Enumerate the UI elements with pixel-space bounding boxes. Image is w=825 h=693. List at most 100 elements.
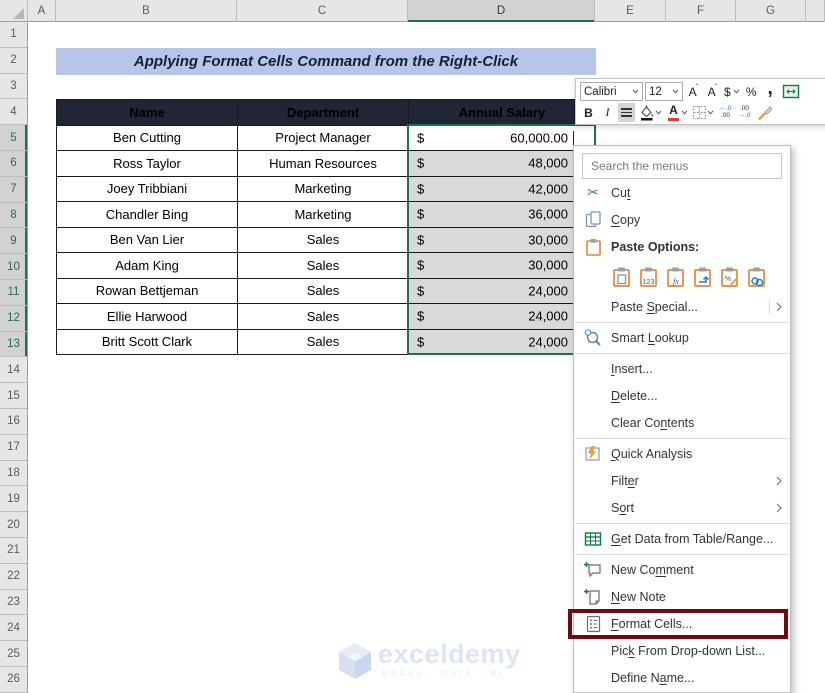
font-size-dropdown[interactable]: 12 [645, 82, 683, 101]
cell-name[interactable]: Adam King [56, 252, 238, 279]
cell-salary[interactable]: $ 36,000 [408, 201, 596, 228]
row-header-5[interactable]: 5 [0, 125, 27, 151]
menu-item-delete[interactable]: Delete... [574, 382, 790, 409]
italic-button[interactable]: I [599, 103, 616, 122]
row-header-19[interactable]: 19 [0, 486, 27, 513]
header-department[interactable]: Department [237, 99, 409, 126]
row-header-2[interactable]: 2 [0, 48, 27, 74]
menu-item-paste-special[interactable]: Paste Special... [574, 293, 790, 320]
format-as-table-icon[interactable] [781, 82, 801, 101]
center-align-button[interactable] [618, 103, 635, 122]
cell-salary[interactable]: $ 42,000 [408, 175, 596, 202]
paste-icon[interactable] [611, 266, 633, 288]
cell-department[interactable]: Marketing [237, 201, 409, 228]
borders-button[interactable] [691, 103, 715, 122]
percent-style-button[interactable]: % [743, 82, 760, 101]
comma-style-button[interactable]: , [762, 79, 779, 101]
paste-link-icon[interactable] [746, 266, 768, 288]
cell-department[interactable]: Human Resources [237, 150, 409, 177]
cell-department[interactable]: Sales [237, 303, 409, 330]
cell-salary[interactable]: $ 24,000 [408, 277, 596, 304]
cell-name[interactable]: Chandler Bing [56, 201, 238, 228]
menu-item-define-name[interactable]: Define Name... [574, 664, 790, 691]
column-header-g[interactable]: G [736, 0, 806, 22]
row-header-8[interactable]: 8 [0, 202, 27, 229]
menu-item-pick-from-list[interactable]: Pick From Drop-down List... [574, 637, 790, 664]
column-header-f[interactable]: F [666, 0, 736, 22]
row-header-18[interactable]: 18 [0, 461, 27, 487]
accounting-format-button[interactable]: $ [723, 82, 741, 101]
row-header-23[interactable]: 23 [0, 590, 27, 616]
row-header-17[interactable]: 17 [0, 435, 27, 461]
row-header-22[interactable]: 22 [0, 564, 27, 590]
select-all-corner[interactable] [0, 0, 28, 22]
cell-name[interactable]: Ben Van Lier [56, 226, 238, 253]
cell-department[interactable]: Marketing [237, 175, 409, 202]
menu-item-filter[interactable]: Filter [574, 467, 790, 494]
menu-item-get-data[interactable]: Get Data from Table/Range... [574, 525, 790, 552]
menu-item-new-comment[interactable]: New Comment [574, 556, 790, 583]
menu-item-quick-analysis[interactable]: Quick Analysis [574, 440, 790, 467]
cell-name[interactable]: Ross Taylor [56, 150, 238, 177]
cell-name[interactable]: Britt Scott Clark [56, 328, 238, 355]
bold-button[interactable]: B [580, 103, 597, 122]
paste-transpose-icon[interactable] [692, 266, 714, 288]
cell-salary-active[interactable]: $ 60,000.00 [408, 124, 596, 151]
row-header-4[interactable]: 4 [0, 99, 27, 126]
row-header-16[interactable]: 16 [0, 409, 27, 435]
column-header-b[interactable]: B [56, 0, 237, 22]
cell-department[interactable]: Project Manager [237, 124, 409, 151]
shrink-font-button[interactable]: Aˇ [704, 82, 721, 101]
cell-name[interactable]: Joey Tribbiani [56, 175, 238, 202]
menu-item-smart-lookup[interactable]: i Smart Lookup [574, 324, 790, 351]
cell-department[interactable]: Sales [237, 226, 409, 253]
cell-name[interactable]: Ellie Harwood [56, 303, 238, 330]
cell-salary[interactable]: $ 30,000 [408, 226, 596, 253]
menu-item-format-cells[interactable]: Format Cells... [568, 609, 790, 639]
row-header-25[interactable]: 25 [0, 641, 27, 667]
row-header-26[interactable]: 26 [0, 667, 27, 693]
paste-values-icon[interactable]: 123 [638, 266, 660, 288]
row-header-1[interactable]: 1 [0, 22, 27, 48]
search-input[interactable] [582, 153, 782, 179]
menu-item-insert[interactable]: Insert... [574, 355, 790, 382]
font-color-button[interactable]: A [665, 103, 689, 122]
row-header-3[interactable]: 3 [0, 74, 27, 100]
cell-department[interactable]: Sales [237, 277, 409, 304]
row-header-11[interactable]: 11 [0, 279, 27, 306]
cell-name[interactable]: Ben Cutting [56, 124, 238, 151]
grow-font-button[interactable]: Aˆ [685, 82, 702, 101]
menu-item-copy[interactable]: Copy [574, 206, 790, 233]
menu-item-cut[interactable]: ✂ Cut [574, 179, 790, 206]
decrease-decimal-button[interactable]: .00 →.0 [736, 103, 753, 122]
fill-color-button[interactable] [637, 103, 663, 122]
menu-item-sort[interactable]: Sort [574, 494, 790, 521]
font-name-dropdown[interactable]: Calibri [580, 82, 643, 101]
paste-formatting-icon[interactable]: % [719, 266, 741, 288]
row-header-24[interactable]: 24 [0, 615, 27, 642]
header-annual-salary[interactable]: Annual Salary [408, 99, 596, 126]
column-header-e[interactable]: E [595, 0, 666, 22]
paste-formulas-icon[interactable]: fx [665, 266, 687, 288]
cell-salary[interactable]: $ 30,000 [408, 252, 596, 279]
row-header-14[interactable]: 14 [0, 357, 27, 384]
cell-department[interactable]: Sales [237, 252, 409, 279]
header-name[interactable]: Name [56, 99, 238, 126]
cell-salary[interactable]: $ 48,000 [408, 150, 596, 177]
row-header-15[interactable]: 15 [0, 383, 27, 409]
row-header-7[interactable]: 7 [0, 176, 27, 203]
column-header-a[interactable]: A [28, 0, 56, 22]
row-header-12[interactable]: 12 [0, 305, 27, 332]
format-painter-button[interactable] [755, 103, 773, 122]
menu-item-clear-contents[interactable]: Clear Contents [574, 409, 790, 436]
row-header-13[interactable]: 13 [0, 331, 27, 358]
menu-item-new-note[interactable]: New Note [574, 583, 790, 610]
column-header-c[interactable]: C [237, 0, 408, 22]
column-header-d-selected[interactable]: D [408, 0, 595, 22]
row-header-9[interactable]: 9 [0, 228, 27, 255]
increase-decimal-button[interactable]: ←.0.00 [717, 103, 734, 122]
row-header-21[interactable]: 21 [0, 538, 27, 564]
cell-department[interactable]: Sales [237, 328, 409, 355]
cell-salary[interactable]: $ 24,000 [408, 303, 596, 330]
row-header-20[interactable]: 20 [0, 512, 27, 538]
